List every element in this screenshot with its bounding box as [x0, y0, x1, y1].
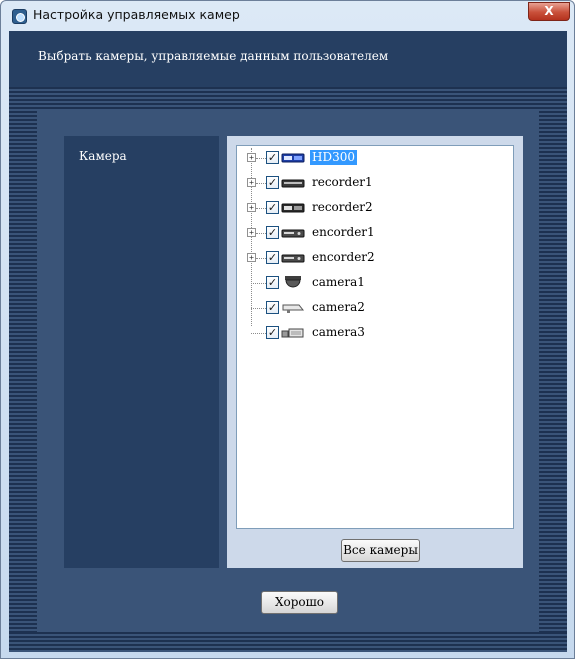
node-checkbox[interactable]: ✓ [266, 326, 279, 339]
tree-node-encorder1[interactable]: + ✓ encorder1 [237, 223, 507, 243]
header-instruction: Выбрать камеры, управляемые данным польз… [38, 49, 389, 63]
title-bar[interactable]: Настройка управляемых камер X [1, 1, 574, 31]
header-band: Выбрать камеры, управляемые данным польз… [9, 31, 567, 87]
camera-app-icon [12, 9, 27, 24]
encoder-icon [281, 229, 305, 238]
expand-toggle-icon[interactable]: + [247, 203, 256, 212]
tree-connector [251, 333, 266, 334]
decorative-stripes-left [9, 111, 37, 632]
node-checkbox[interactable]: ✓ [266, 226, 279, 239]
encoder-icon [281, 254, 305, 263]
close-button[interactable]: X [528, 2, 570, 21]
tree-node-recorder1[interactable]: + ✓ recorder1 [237, 173, 507, 193]
decorative-stripes-top [9, 87, 567, 111]
decorative-stripes-right [539, 111, 567, 632]
expand-toggle-icon[interactable]: + [247, 178, 256, 187]
tree-node-hd300[interactable]: + ✓ HD300 [237, 148, 507, 168]
window-title: Настройка управляемых камер [33, 7, 240, 22]
tree-connector [256, 183, 266, 184]
tree-connector [256, 258, 266, 259]
box-camera-icon [282, 304, 305, 313]
expand-toggle-icon[interactable]: + [247, 228, 256, 237]
node-label[interactable]: camera1 [310, 275, 367, 290]
node-checkbox[interactable]: ✓ [266, 251, 279, 264]
camera-tree-frame: + ✓ HD300 + ✓ recorder1 + ✓ recorder2 + … [227, 136, 523, 568]
node-checkbox[interactable]: ✓ [266, 176, 279, 189]
tree-connector [256, 158, 266, 159]
tree-connector [251, 308, 266, 309]
tree-connector [256, 208, 266, 209]
node-label[interactable]: HD300 [310, 150, 357, 165]
dialog-window: Настройка управляемых камер X Выбрать ка… [0, 0, 575, 659]
camera-tree[interactable]: + ✓ HD300 + ✓ recorder1 + ✓ recorder2 + … [236, 145, 514, 529]
tree-node-encorder2[interactable]: + ✓ encorder2 [237, 248, 507, 268]
tree-connector [256, 233, 266, 234]
node-checkbox[interactable]: ✓ [266, 201, 279, 214]
dome-camera-icon [285, 276, 301, 288]
recorder-hd-icon [281, 153, 305, 163]
node-label[interactable]: camera2 [310, 300, 367, 315]
node-checkbox[interactable]: ✓ [266, 276, 279, 289]
recorder-icon [281, 203, 305, 213]
dialog-body: Выбрать камеры, управляемые данным польз… [9, 31, 567, 652]
tree-node-camera2[interactable]: ✓ camera2 [237, 298, 507, 318]
camera-field-label: Камера [79, 149, 127, 163]
tree-node-camera1[interactable]: ✓ camera1 [237, 273, 507, 293]
node-label[interactable]: encorder1 [310, 225, 377, 240]
all-cameras-button[interactable]: Все камеры [341, 539, 420, 562]
label-column: Камера [64, 136, 219, 568]
ok-button[interactable]: Хорошо [261, 591, 338, 614]
node-label[interactable]: encorder2 [310, 250, 377, 265]
node-label[interactable]: recorder1 [310, 175, 375, 190]
decorative-stripes-bottom [9, 632, 567, 652]
tree-node-camera3[interactable]: ✓ camera3 [237, 323, 507, 343]
node-checkbox[interactable]: ✓ [266, 151, 279, 164]
node-label[interactable]: recorder2 [310, 200, 375, 215]
camera-group-icon [281, 328, 304, 338]
tree-node-recorder2[interactable]: + ✓ recorder2 [237, 198, 507, 218]
tree-connector [251, 283, 266, 284]
expand-toggle-icon[interactable]: + [247, 153, 256, 162]
expand-toggle-icon[interactable]: + [247, 253, 256, 262]
node-label[interactable]: camera3 [310, 325, 367, 340]
settings-panel: Камера + ✓ HD300 + ✓ recorder1 + ✓ recor… [37, 111, 539, 632]
node-checkbox[interactable]: ✓ [266, 301, 279, 314]
recorder-icon [281, 179, 305, 188]
